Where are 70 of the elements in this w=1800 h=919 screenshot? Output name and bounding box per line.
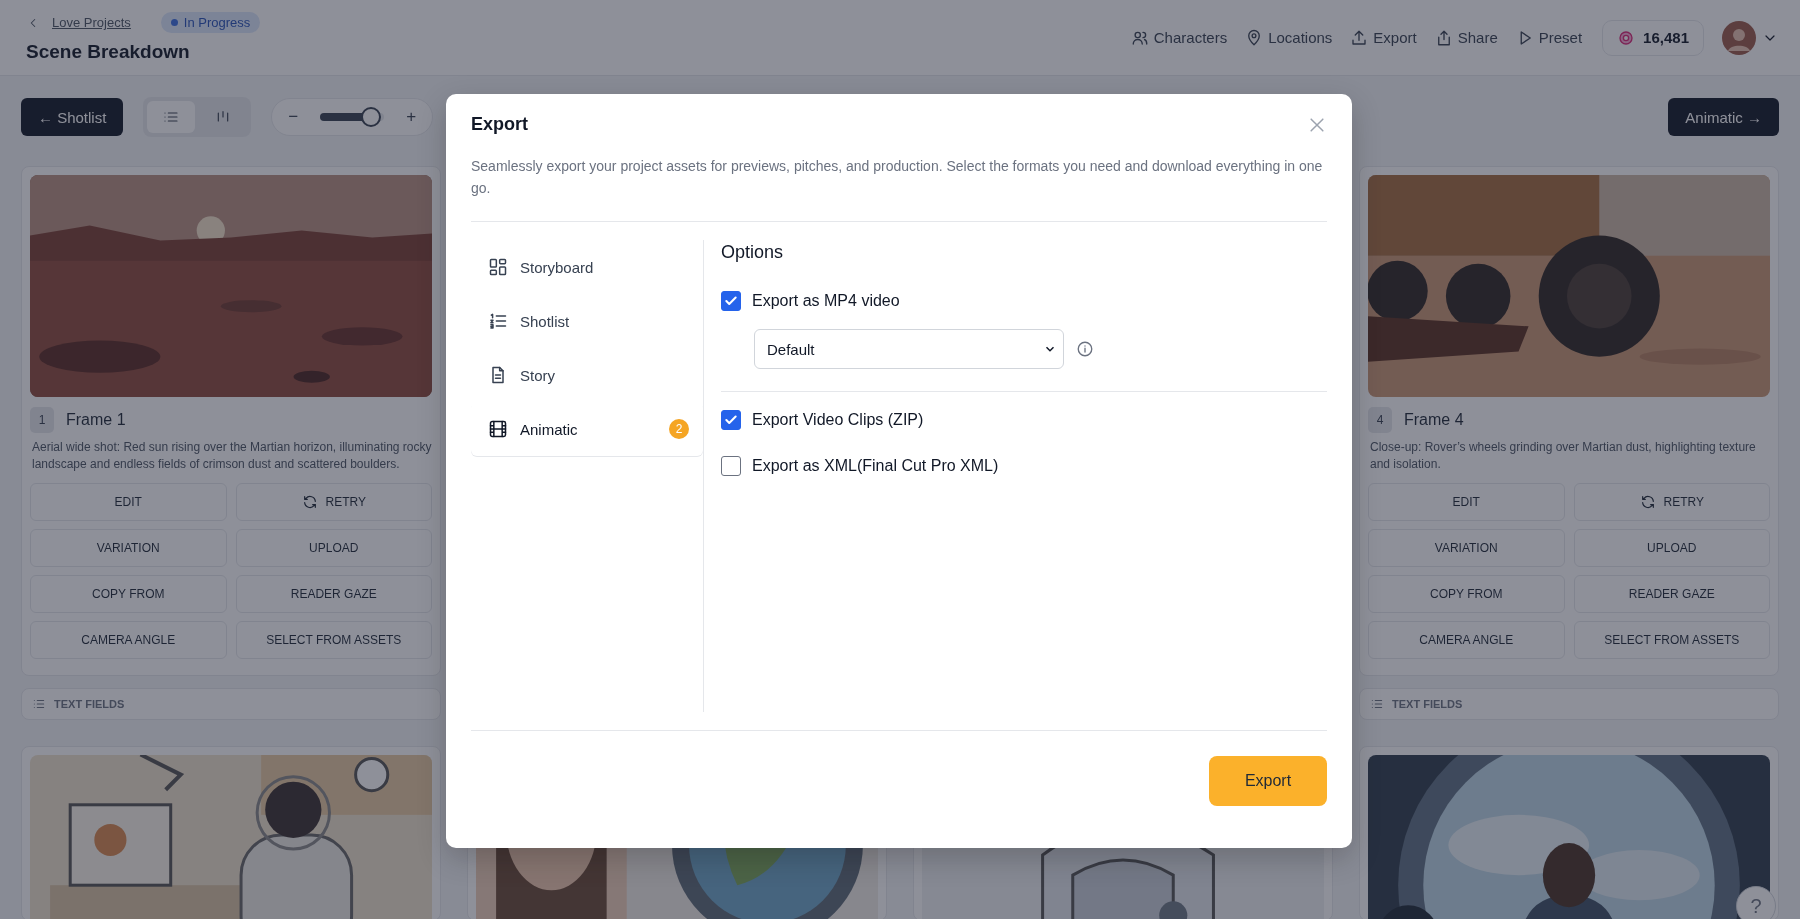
frame-title: Frame 4 — [1404, 411, 1464, 429]
count-badge: 2 — [669, 419, 689, 439]
checkbox[interactable] — [721, 410, 741, 430]
checkbox[interactable] — [721, 456, 741, 476]
refresh-icon — [301, 494, 318, 510]
action-button[interactable]: CAMERA ANGLE — [30, 621, 227, 659]
frame-title: Frame 1 — [66, 411, 126, 429]
list-icon — [32, 697, 46, 711]
checkbox[interactable] — [721, 291, 741, 311]
action-button[interactable]: COPY FROM — [1368, 575, 1565, 613]
action-button[interactable]: SELECT FROM ASSETS — [1573, 621, 1770, 659]
options-heading: Options — [721, 242, 785, 263]
action-button[interactable]: READER GAZE — [235, 575, 432, 613]
nav-link[interactable]: Locations — [1245, 28, 1333, 47]
section-tab[interactable]: Shotlist — [471, 294, 703, 348]
action-button[interactable]: VARIATION — [1368, 529, 1565, 567]
zoom-slider[interactable] — [320, 106, 385, 128]
nav-link[interactable]: Share — [1434, 28, 1498, 47]
action-button[interactable]: SELECT FROM ASSETS — [235, 621, 432, 659]
film-icon — [488, 419, 508, 439]
action-button[interactable]: READER GAZE — [1573, 575, 1770, 613]
action-button[interactable]: UPLOAD — [235, 529, 432, 567]
checkbox-option[interactable]: Export as XML(Final Cut Pro XML) — [721, 456, 1315, 476]
zoom-out-button[interactable]: − — [288, 107, 299, 127]
section-tab[interactable]: Storyboard — [471, 240, 703, 294]
text-fields-bar[interactable]: TEXT FIELDS — [21, 688, 441, 720]
page-title: Scene Breakdown — [26, 41, 191, 63]
action-button[interactable]: RETRY — [1573, 483, 1770, 521]
dialog-description: Seamlessly export your project assets for previews, pitches, and production. Select the formats you need and download everything in one go. — [471, 157, 1324, 198]
info-icon — [1076, 340, 1094, 358]
dialog-title: Export — [471, 114, 528, 135]
section-label: TEXT FIELDS — [54, 698, 125, 710]
section-tab[interactable]: Story — [471, 348, 703, 402]
checkmark-icon — [724, 413, 738, 427]
avatar[interactable] — [1722, 20, 1756, 55]
frame-number: 1 — [30, 407, 54, 433]
section-label: TEXT FIELDS — [1392, 698, 1463, 710]
export-button[interactable]: Export — [1209, 756, 1327, 806]
upload-icon — [1350, 28, 1369, 47]
frame-description: Aerial wide shot: Red sun rising over the Martian horizon, illuminating rocky landscape and endless fields of crimson dust and scattered boulders. — [32, 439, 432, 473]
checkbox-option[interactable]: Export Video Clips (ZIP) — [721, 410, 1315, 430]
animatic-button[interactable]: Animatic → — [1668, 98, 1779, 136]
shotlist-button[interactable]: ← Shotlist — [21, 98, 124, 136]
frame-description: Close-up: Rover’s wheels grinding over Martian dust, highlighting texture and isolation. — [1370, 439, 1757, 473]
action-button[interactable]: EDIT — [1368, 483, 1565, 521]
status-dot-icon — [170, 19, 178, 26]
frame-number: 4 — [1368, 407, 1392, 433]
nav-link[interactable]: Preset — [1515, 28, 1583, 47]
checkbox-option[interactable]: Export as MP4 video — [721, 291, 1315, 311]
action-button[interactable]: VARIATION — [30, 529, 227, 567]
status-text: In Progress — [183, 15, 251, 30]
credits-pill[interactable]: 16,481 — [1602, 19, 1704, 56]
format-select[interactable]: Default — [754, 329, 1064, 369]
nav-link[interactable]: Characters — [1130, 28, 1228, 47]
slider-thumb[interactable] — [361, 107, 382, 127]
action-button[interactable]: UPLOAD — [1573, 529, 1770, 567]
zoom-in-button[interactable]: + — [406, 107, 417, 127]
nav-link[interactable]: Export — [1350, 28, 1417, 47]
checkmark-icon — [724, 294, 738, 308]
back-link[interactable]: Love Projects — [26, 15, 131, 30]
credit-count: 16,481 — [1643, 29, 1689, 46]
refresh-icon — [1639, 494, 1656, 510]
numbered-list-icon — [488, 311, 508, 331]
layout-grid-icon — [488, 257, 508, 277]
action-button[interactable]: EDIT — [30, 483, 227, 521]
action-button[interactable]: RETRY — [235, 483, 432, 521]
action-button[interactable]: COPY FROM — [30, 575, 227, 613]
action-button[interactable]: CAMERA ANGLE — [1368, 621, 1565, 659]
list-icon — [1370, 697, 1384, 711]
text-fields-bar[interactable]: TEXT FIELDS — [1359, 688, 1779, 720]
